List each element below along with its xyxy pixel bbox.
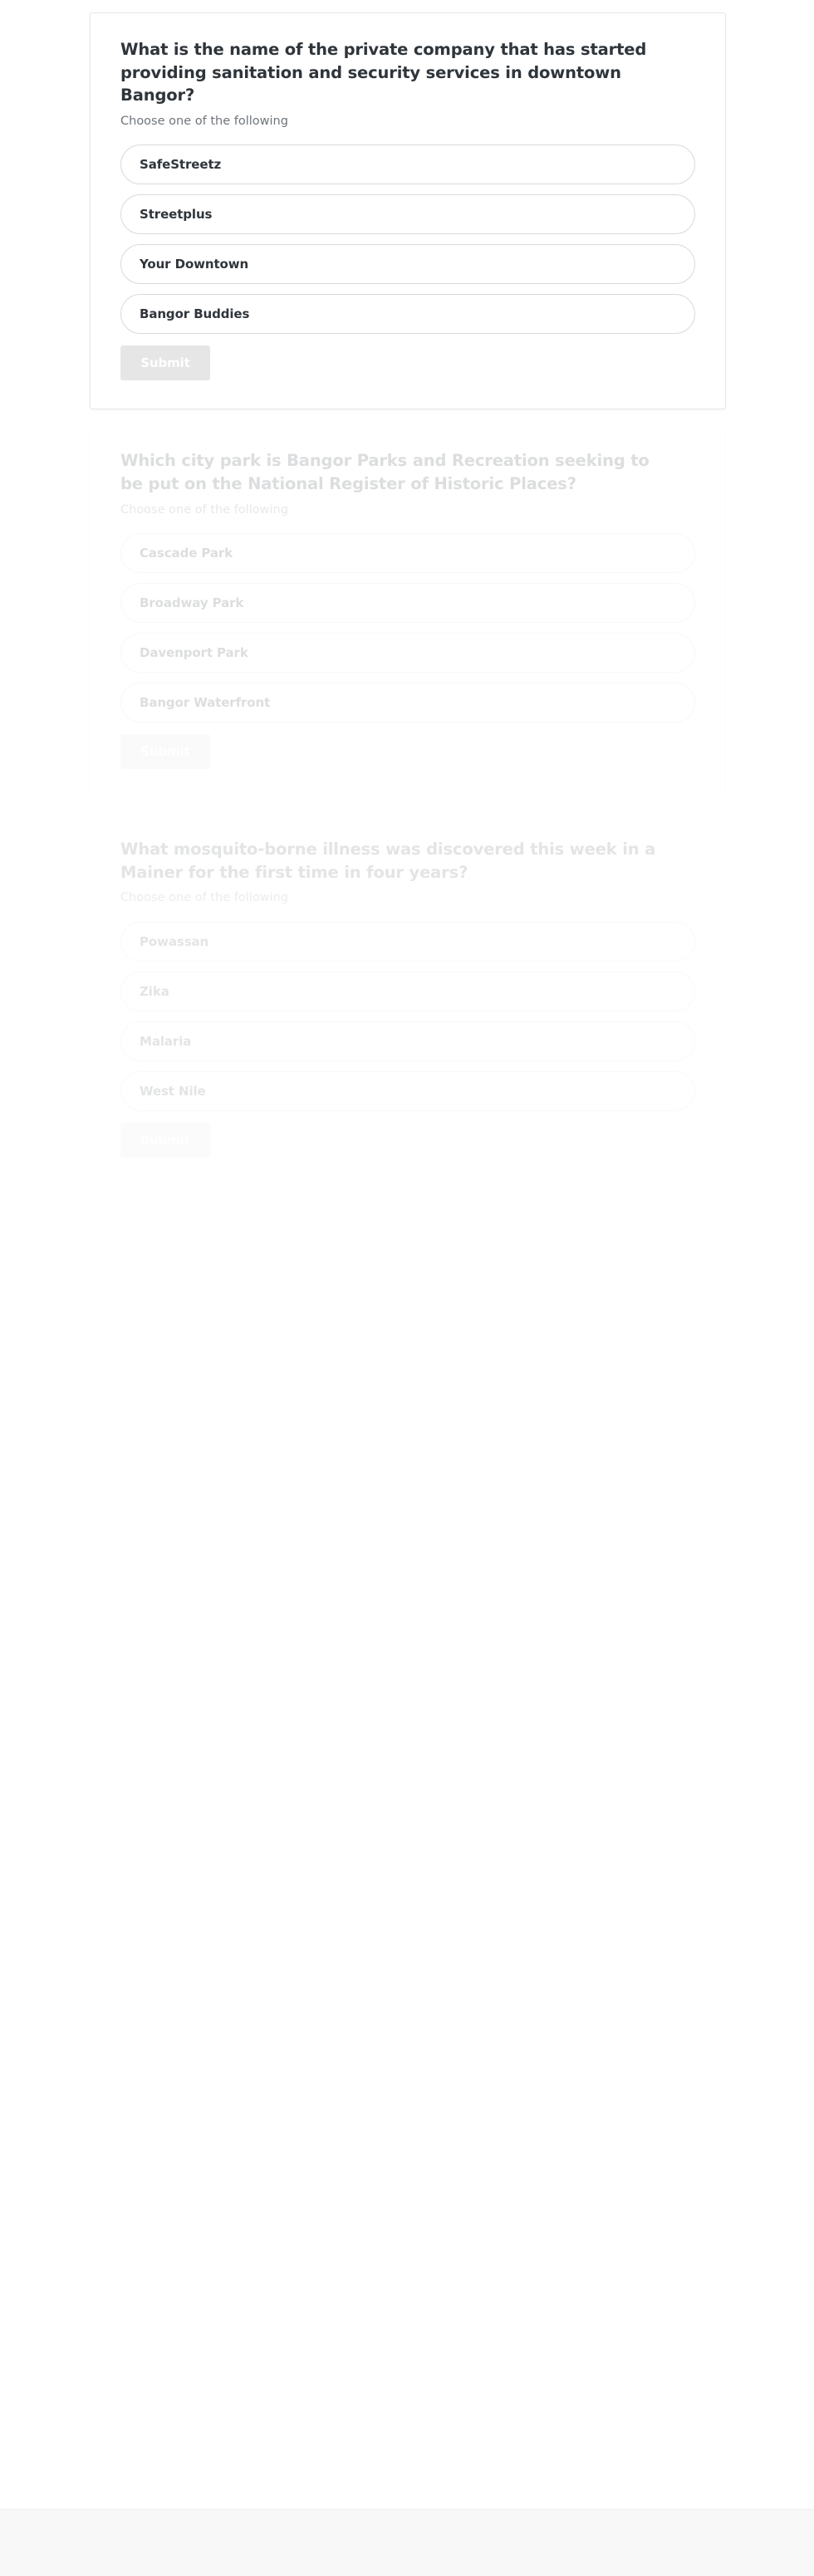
poll-option-label: Bangor Buddies	[140, 306, 250, 322]
poll-question: What is the name of the private company …	[120, 40, 647, 105]
poll-option-4[interactable]: Bangor Waterfront	[120, 683, 695, 723]
poll-question: What mosquito-borne illness was discover…	[120, 840, 656, 882]
poll-option-2[interactable]: Streetplus	[120, 194, 695, 235]
poll-list: What is the name of the private company …	[90, 12, 726, 1201]
poll-option-label: Malaria	[140, 1033, 192, 1049]
poll-option-1[interactable]: Powassan	[120, 921, 695, 962]
poll-option-label: Your Downtown	[140, 257, 249, 272]
poll-instruction: Choose one of the following	[120, 891, 288, 905]
poll-option-list: SafeStreetz Streetplus Your Downtown Ban…	[120, 144, 695, 335]
poll-option-4[interactable]: West Nile	[120, 1070, 695, 1111]
poll-card-mosquito-borne-illness: What mosquito-borne illness was discover…	[90, 812, 726, 1187]
poll-submit-row: Submit	[120, 1122, 695, 1158]
poll-submit-button[interactable]: Submit	[120, 734, 210, 770]
poll-option-3[interactable]: Davenport Park	[120, 633, 695, 673]
poll-submit-button[interactable]: Submit	[120, 1122, 210, 1158]
poll-question: Which city park is Bangor Parks and Recr…	[120, 451, 650, 494]
poll-option-label: Davenport Park	[140, 645, 248, 661]
poll-option-3[interactable]: Malaria	[120, 1021, 695, 1061]
poll-option-label: Streetplus	[140, 207, 213, 223]
poll-option-2[interactable]: Broadway Park	[120, 583, 695, 624]
poll-submit-button[interactable]: Submit	[120, 345, 210, 381]
poll-option-list: Cascade Park Broadway Park Davenport Par…	[120, 533, 695, 723]
poll-option-label: SafeStreetz	[140, 157, 222, 173]
poll-option-label: West Nile	[140, 1083, 206, 1099]
poll-option-label: Zika	[140, 983, 169, 999]
poll-submit-row: Submit	[120, 345, 695, 381]
poll-page: What is the name of the private company …	[0, 0, 814, 2576]
poll-option-3[interactable]: Your Downtown	[120, 244, 695, 285]
poll-option-1[interactable]: SafeStreetz	[120, 144, 695, 185]
poll-option-2[interactable]: Zika	[120, 971, 695, 1011]
footer-band	[0, 2509, 814, 2576]
poll-option-1[interactable]: Cascade Park	[120, 533, 695, 574]
poll-card-city-park-historic-register: Which city park is Bangor Parks and Recr…	[90, 424, 726, 799]
poll-card-sanitation-security: What is the name of the private company …	[90, 12, 726, 410]
poll-option-label: Cascade Park	[140, 546, 233, 561]
poll-submit-row: Submit	[120, 734, 695, 770]
poll-instruction: Choose one of the following	[120, 115, 288, 129]
poll-option-4[interactable]: Bangor Buddies	[120, 294, 695, 335]
poll-instruction: Choose one of the following	[120, 502, 288, 517]
poll-option-label: Powassan	[140, 933, 209, 949]
poll-option-label: Bangor Waterfront	[140, 695, 271, 711]
poll-option-label: Broadway Park	[140, 595, 244, 611]
poll-option-list: Powassan Zika Malaria West Nile	[120, 921, 695, 1111]
